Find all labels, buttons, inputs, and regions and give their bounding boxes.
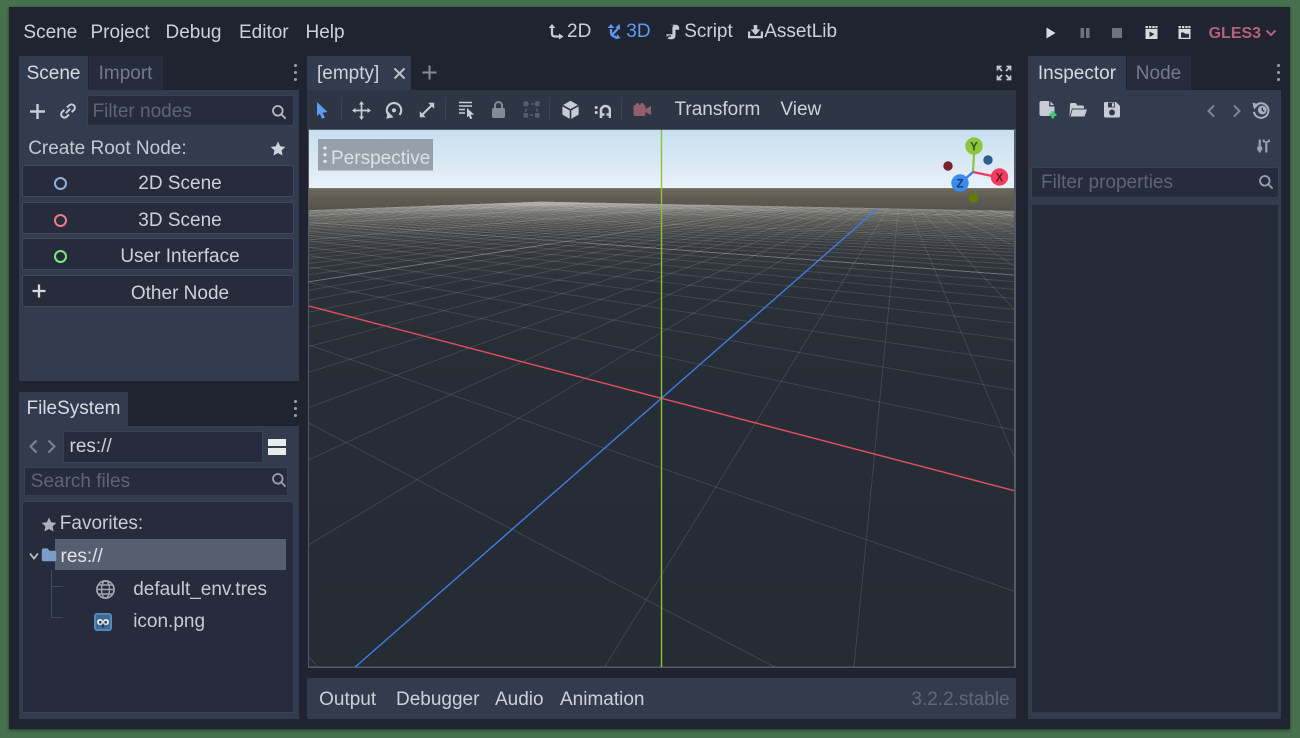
- svg-text:X: X: [996, 173, 1004, 185]
- svg-text:Y: Y: [970, 142, 978, 154]
- svg-text:Perspective: Perspective: [331, 148, 430, 169]
- svg-text:Z: Z: [956, 179, 963, 191]
